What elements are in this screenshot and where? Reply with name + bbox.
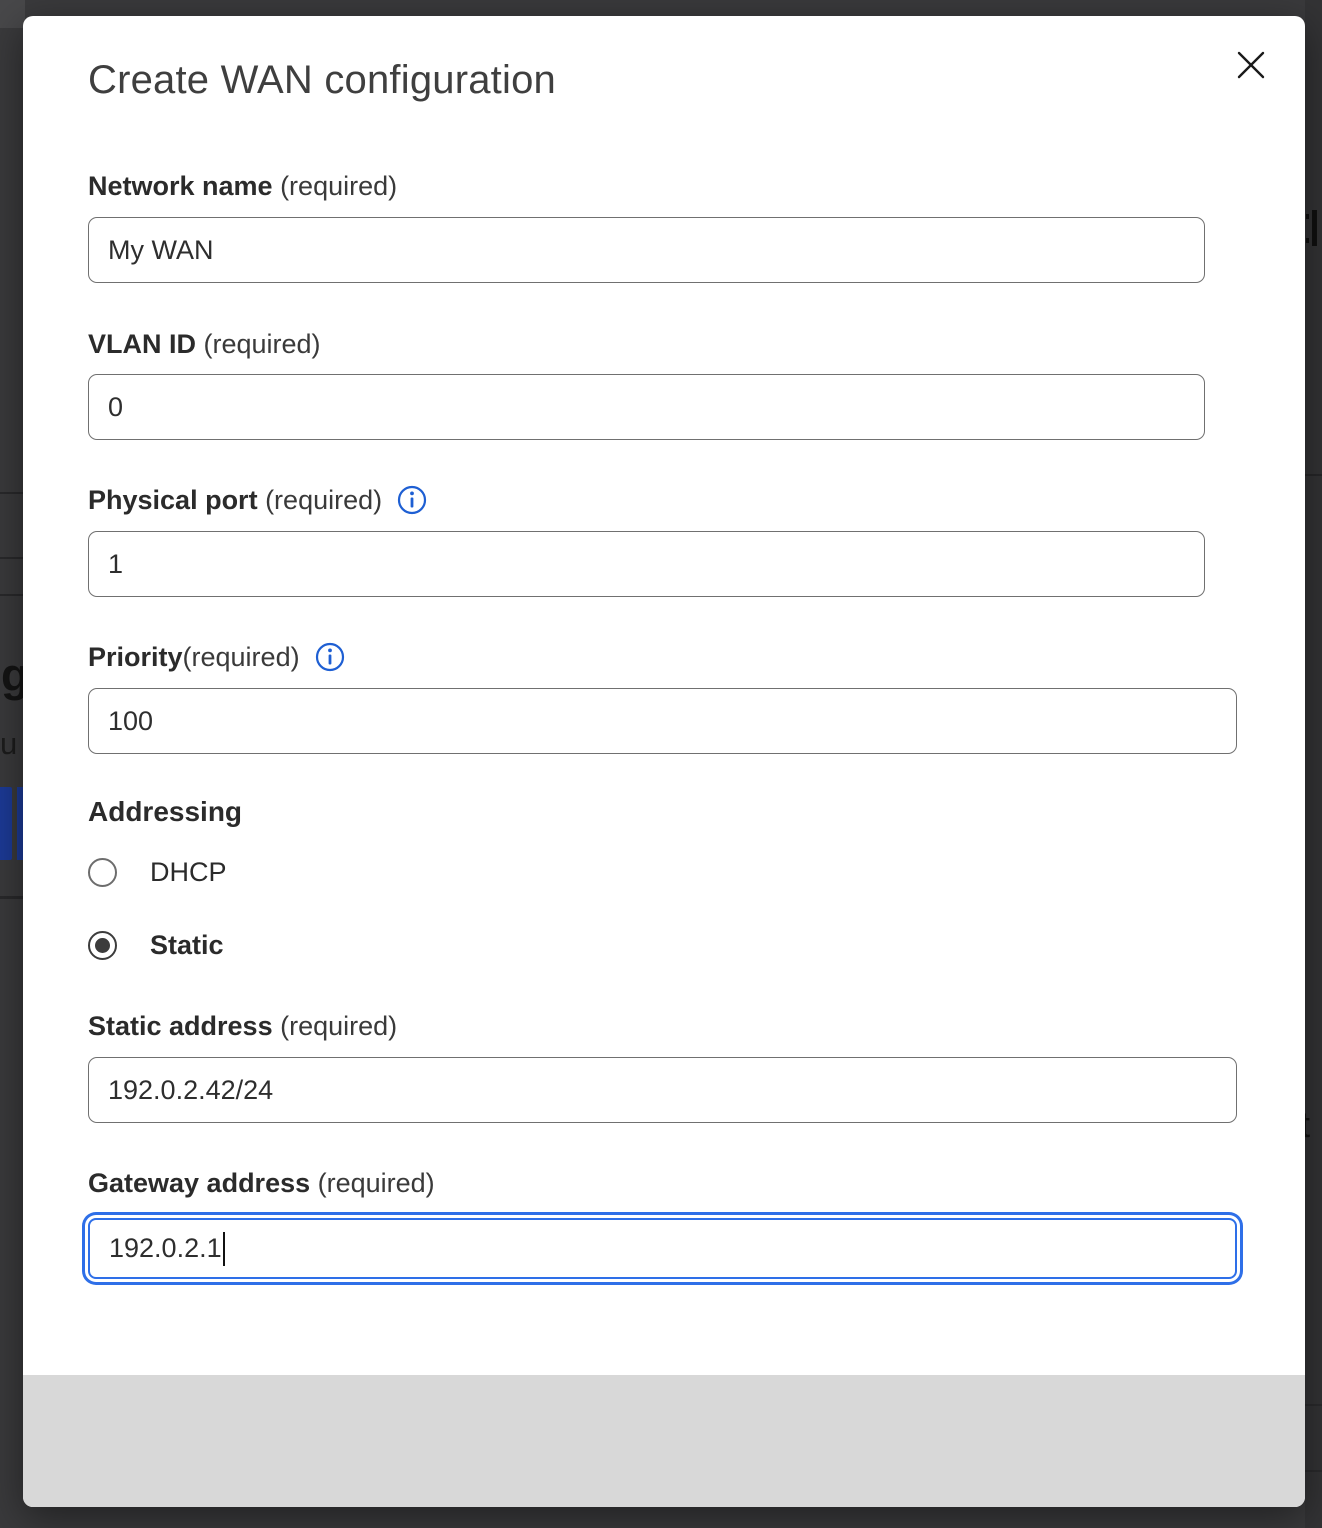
static-address-input[interactable] [88,1057,1237,1123]
background-table-divider [1305,474,1322,476]
create-wan-configuration-dialog: Create WAN configuration Network name (r… [23,16,1305,1507]
background-text-fragment [1306,238,1309,243]
physical-port-label: Physical port (required) [88,482,427,518]
background-table-divider [0,557,23,559]
radio-button-icon [88,931,117,960]
required-hint: (required) [258,485,383,516]
text-cursor [223,1232,225,1266]
priority-label: Priority(required) [88,639,345,675]
network-name-input[interactable] [88,217,1205,283]
label-text: Static address [88,1011,273,1042]
required-hint: (required) [273,1011,398,1042]
background-table-divider [1305,1404,1322,1406]
addressing-radio-dhcp[interactable]: DHCP [88,857,227,887]
close-icon [1235,49,1267,84]
gateway-address-input[interactable]: 192.0.2.1 [88,1218,1237,1279]
network-name-label: Network name (required) [88,168,397,204]
close-button[interactable] [1229,44,1273,88]
gateway-address-label: Gateway address (required) [88,1165,435,1201]
radio-label: DHCP [150,857,227,888]
vlan-id-label: VLAN ID (required) [88,326,321,362]
required-hint: (required) [183,642,300,673]
info-icon[interactable] [397,485,427,515]
label-text: VLAN ID [88,329,196,360]
priority-input[interactable] [88,688,1237,754]
background-table-divider [0,594,23,596]
background-table-divider [0,492,23,494]
required-hint: (required) [196,329,321,360]
physical-port-input[interactable] [88,531,1205,597]
label-text: Gateway address [88,1168,310,1199]
input-value: 192.0.2.1 [109,1233,222,1264]
addressing-heading: Addressing [88,796,242,828]
vlan-id-input[interactable] [88,374,1205,440]
addressing-radio-static[interactable]: Static [88,930,224,960]
background-table-divider [0,896,23,899]
radio-button-icon [88,858,117,887]
label-text: Priority [88,642,183,673]
background-text-fragment [1312,210,1317,246]
background-table-divider [1305,1470,1322,1472]
dialog-footer: Cancel Save [23,1375,1305,1507]
dialog-title: Create WAN configuration [88,58,556,103]
label-text: Physical port [88,485,258,516]
background-page-fragment [0,0,25,28]
required-hint: (required) [310,1168,435,1199]
radio-label: Static [150,930,224,961]
background-text-fragment: u [0,726,17,762]
required-hint: (required) [273,171,398,202]
background-blue-button-fragment [0,787,12,860]
background-text-fragment [1306,214,1309,219]
info-icon[interactable] [315,642,345,672]
label-text: Network name [88,171,273,202]
static-address-label: Static address (required) [88,1008,397,1044]
